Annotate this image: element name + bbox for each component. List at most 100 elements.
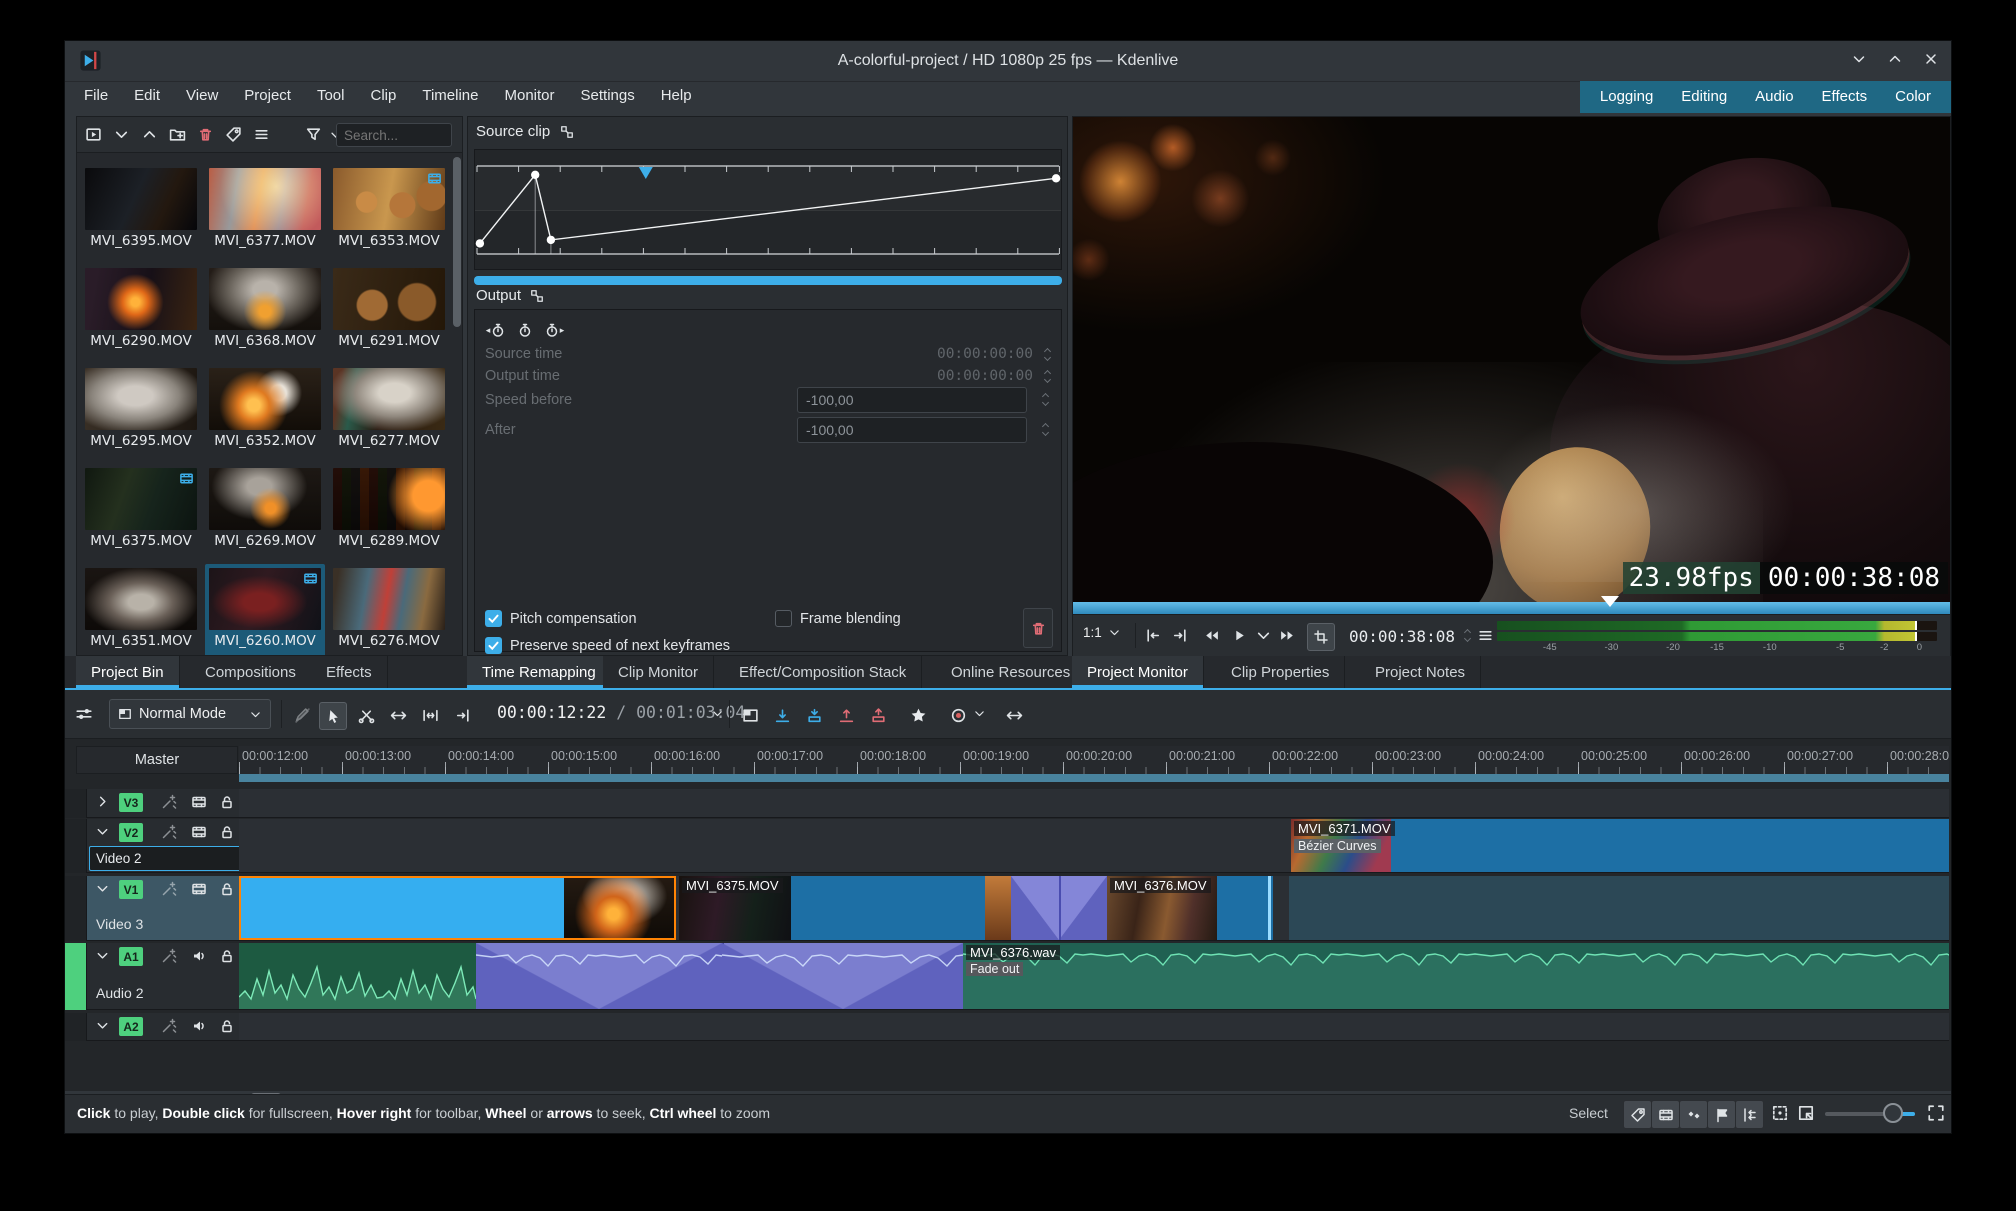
create-folder-button[interactable] — [169, 126, 186, 143]
titlebar[interactable]: A-colorful-project / HD 1080p 25 fps — K… — [65, 41, 1951, 82]
track-content-v2[interactable]: MVI_6371.MOV Bézier Curves — [239, 819, 1949, 873]
bin-clip-item[interactable]: MVI_6277.MOV — [329, 364, 449, 460]
zoom-fit-button[interactable] — [417, 702, 443, 728]
spinner[interactable] — [1039, 418, 1051, 440]
snap-toggle-button[interactable] — [1735, 1100, 1764, 1129]
tab-clip-monitor[interactable]: Clip Monitor — [603, 656, 715, 688]
checkbox-box[interactable] — [775, 610, 792, 627]
zone-in-button[interactable] — [1145, 627, 1162, 644]
markers-toggle-button[interactable] — [1707, 1100, 1736, 1129]
video-preview[interactable]: 23.98fps 00:00:38:08 — [1073, 117, 1950, 602]
timeline-ruler[interactable]: 00:00:12:00 00:00:13:00 00:00:14:00 00:00:1… — [239, 746, 1949, 774]
clip-mix-transition[interactable] — [1011, 876, 1107, 940]
workspace-color[interactable]: Color — [1881, 81, 1945, 113]
track-head-a1[interactable]: A1 Audio 2 — [87, 943, 239, 1010]
remap-scrollbar[interactable] — [474, 276, 1062, 285]
timeline-clip-plain[interactable] — [1289, 876, 1949, 940]
close-button[interactable] — [1923, 51, 1939, 67]
spinner[interactable] — [1041, 365, 1053, 387]
monitor-zoom-select[interactable]: 1:1 — [1083, 625, 1121, 640]
tag-button[interactable] — [225, 126, 242, 143]
field-input[interactable]: -100,00 — [797, 417, 1027, 443]
timeline-mode-select[interactable]: Normal Mode — [109, 699, 271, 729]
tab-project-bin[interactable]: Project Bin — [76, 656, 180, 688]
audio-mix-fade-1[interactable] — [476, 943, 722, 1009]
monitor-playhead[interactable] — [1601, 596, 1619, 607]
menu-tool[interactable]: Tool — [304, 81, 358, 111]
show-video-icon[interactable] — [191, 881, 207, 897]
bin-clip-item[interactable]: MVI_6290.MOV — [81, 264, 201, 360]
search-input[interactable] — [336, 123, 452, 147]
play-button[interactable] — [1231, 627, 1248, 644]
track-head-v3[interactable]: V3 — [87, 789, 239, 818]
track-head-v1[interactable]: V1 Video 3 — [87, 876, 239, 941]
add-clip-button[interactable] — [85, 126, 102, 143]
bin-clip-item[interactable]: MVI_6291.MOV — [329, 264, 449, 360]
track-head-a2[interactable]: A2 — [87, 1013, 239, 1041]
maximize-button[interactable] — [1887, 51, 1903, 67]
spinner[interactable] — [1039, 388, 1051, 410]
menu-settings[interactable]: Settings — [568, 81, 648, 111]
menu-edit[interactable]: Edit — [121, 81, 173, 111]
keyframes-toggle-button[interactable] — [1679, 1100, 1708, 1129]
extract-zone-button[interactable] — [833, 702, 859, 728]
spinner[interactable] — [1461, 624, 1473, 646]
zone-out-button[interactable] — [1171, 627, 1188, 644]
bin-clip-item[interactable]: MVI_6395.MOV — [81, 164, 201, 260]
checkbox-box[interactable] — [485, 637, 502, 654]
monitor-seekbar[interactable] — [1073, 602, 1950, 614]
tab-time-remapping[interactable]: Time Remapping — [467, 656, 612, 688]
track-content-a1[interactable]: MVI_6376.wav Fade out — [239, 943, 1949, 1010]
chevron-down-icon[interactable] — [95, 1018, 110, 1033]
keyframe-prev-button[interactable]: ◂ — [483, 318, 509, 342]
bin-clip-item[interactable]: MVI_6368.MOV — [205, 264, 325, 360]
bin-clip-item[interactable]: MVI_6269.MOV — [205, 464, 325, 560]
resize-tool-button[interactable] — [449, 702, 475, 728]
bin-clip-item[interactable]: MVI_6276.MOV — [329, 564, 449, 655]
timeline-clip-mvi6375[interactable]: MVI_6375.MOV — [679, 876, 1011, 940]
effects-wand-icon[interactable] — [161, 794, 177, 810]
workspace-audio[interactable]: Audio — [1741, 81, 1807, 113]
chevron-down-icon[interactable] — [95, 881, 110, 896]
bin-scrollbar[interactable] — [453, 157, 461, 327]
bin-clip-item[interactable]: MVI_6375.MOV — [81, 464, 201, 560]
show-video-icon[interactable] — [191, 824, 207, 840]
spacer-tool-button[interactable] — [385, 702, 411, 728]
track-name-input[interactable] — [89, 846, 247, 871]
bin-clip-item[interactable]: MVI_6352.MOV — [205, 364, 325, 460]
track-content-v3[interactable] — [239, 789, 1949, 818]
tab-compositions[interactable]: Compositions — [190, 656, 312, 688]
bin-clip-item[interactable]: MVI_6260.MOV — [205, 564, 325, 655]
workspace-editing[interactable]: Editing — [1667, 81, 1741, 113]
workspace-effects[interactable]: Effects — [1808, 81, 1882, 113]
checkbox-pitch-compensation[interactable]: Pitch compensation — [485, 610, 637, 627]
menu-clip[interactable]: Clip — [358, 81, 410, 111]
menu-file[interactable]: File — [71, 81, 121, 111]
lift-zone-button[interactable] — [865, 702, 891, 728]
thumbnails-toggle-button[interactable] — [1651, 1100, 1680, 1129]
record-chevron-icon[interactable] — [973, 707, 986, 720]
track-target-strip[interactable] — [65, 1013, 87, 1041]
selection-tool-button[interactable] — [319, 702, 347, 730]
overwrite-zone-button[interactable] — [801, 702, 827, 728]
tag-toggle-button[interactable] — [1623, 1100, 1652, 1129]
field-input[interactable]: -100,00 — [797, 387, 1027, 413]
tab-effect-composition-stack[interactable]: Effect/Composition Stack — [724, 656, 923, 688]
tab-project-monitor[interactable]: Project Monitor — [1072, 656, 1204, 688]
rewind-button[interactable] — [1203, 627, 1220, 644]
track-target-strip[interactable] — [65, 789, 87, 818]
record-button[interactable] — [945, 702, 971, 728]
lock-icon[interactable] — [219, 1018, 235, 1034]
split-view-button[interactable] — [737, 702, 763, 728]
track-target-strip[interactable] — [65, 819, 87, 873]
checkbox-preserve-speed-of-next-keyframes[interactable]: Preserve speed of next keyframes — [485, 637, 730, 654]
multicam-tool-icon[interactable] — [289, 702, 315, 728]
effects-wand-icon[interactable] — [161, 824, 177, 840]
timeline-clip-selected[interactable] — [239, 876, 676, 940]
timeline-settings-icon[interactable] — [75, 705, 93, 723]
zoom-fit-button[interactable] — [1771, 1104, 1789, 1122]
tab-clip-properties[interactable]: Clip Properties — [1216, 656, 1346, 688]
menu-button[interactable] — [253, 126, 270, 143]
menu-timeline[interactable]: Timeline — [409, 81, 491, 111]
bin-clip-item[interactable]: MVI_6351.MOV — [81, 564, 201, 655]
